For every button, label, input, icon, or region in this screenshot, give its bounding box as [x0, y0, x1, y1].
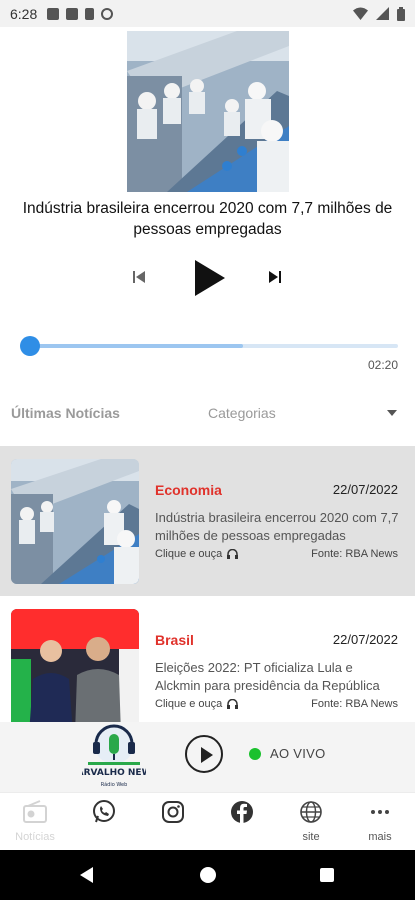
bottom-navigation: Notícias site mais [0, 792, 415, 850]
radio-icon [23, 800, 47, 823]
news-title: Eleições 2022: PT oficializa Lula e Alck… [155, 660, 380, 693]
live-indicator-dot [249, 748, 261, 760]
nav-item-facebook[interactable] [212, 799, 272, 831]
news-category: Brasil [155, 632, 194, 648]
instagram-icon [162, 801, 184, 823]
news-title: Indústria brasileira encerrou 2020 com 7… [155, 510, 399, 543]
nav-item-site[interactable]: site [281, 799, 341, 843]
now-playing-cover-image [127, 31, 289, 192]
news-category: Economia [155, 482, 222, 498]
track-duration: 02:20 [367, 358, 398, 372]
play-icon [201, 747, 213, 763]
headphones-icon [227, 549, 239, 559]
progress-track [30, 344, 398, 348]
news-date: 22/07/2022 [332, 632, 398, 647]
live-play-button[interactable] [185, 735, 223, 773]
news-list[interactable]: Economia 22/07/2022 Indústria brasileira… [0, 446, 415, 722]
status-bar: 6:28 [0, 0, 415, 27]
news-thumbnail [11, 459, 139, 584]
battery-icon [397, 6, 405, 21]
listen-link[interactable]: Clique e ouça [155, 698, 239, 710]
playback-progress-slider[interactable] [20, 336, 398, 356]
clipboard-icon [85, 7, 95, 20]
status-time: 6:28 [10, 5, 38, 22]
skip-previous-icon[interactable] [131, 269, 147, 285]
nav-item-more[interactable]: mais [350, 799, 410, 843]
no-sync-icon [101, 7, 114, 20]
listen-link[interactable]: Clique e ouça [155, 548, 239, 560]
nav-label-site: site [302, 831, 320, 843]
mail-icon [66, 7, 79, 20]
news-card[interactable]: Economia 22/07/2022 Indústria brasileira… [0, 446, 415, 596]
now-playing-title: Indústria brasileira encerrou 2020 com 7… [22, 200, 393, 238]
more-icon [371, 810, 389, 814]
logo-text: CARVALHO NEWS [82, 768, 146, 778]
news-card[interactable]: Brasil 22/07/2022 Eleições 2022: PT ofic… [0, 596, 415, 722]
news-source: Fonte: RBA News [311, 548, 398, 560]
carvalho-news-logo: CARVALHO NEWS Rádio Web [82, 724, 146, 788]
wifi-icon [353, 7, 368, 20]
recent-apps-icon[interactable] [320, 868, 334, 882]
home-icon[interactable] [200, 867, 216, 883]
news-thumbnail [11, 609, 139, 722]
headphones-icon [227, 699, 239, 709]
whatsapp-icon [93, 800, 115, 823]
listen-label: Clique e ouça [155, 698, 223, 710]
nav-item-whatsapp[interactable] [74, 799, 134, 831]
listen-label: Clique e ouça [155, 548, 223, 560]
logo-subtext: Rádio Web [101, 781, 128, 788]
nav-label-news: Notícias [15, 831, 55, 843]
nav-item-instagram[interactable] [143, 799, 203, 831]
progress-fill [30, 344, 244, 348]
news-date: 22/07/2022 [332, 482, 398, 497]
dropdown-arrow-icon[interactable] [387, 410, 397, 416]
system-navigation-bar [0, 850, 415, 900]
player-controls [0, 253, 415, 303]
live-radio-bar: CARVALHO NEWS Rádio Web AO VIVO [0, 722, 415, 792]
nav-label-more: mais [368, 831, 392, 843]
tab-latest-news[interactable]: Últimas Notícias [11, 405, 120, 421]
news-tabs: Últimas Notícias Categorias [0, 400, 415, 428]
back-icon[interactable] [80, 867, 93, 883]
news-source: Fonte: RBA News [311, 698, 398, 710]
play-button[interactable] [193, 258, 227, 298]
live-label: AO VIVO [270, 746, 326, 761]
nav-item-news[interactable]: Notícias [5, 799, 65, 843]
signal-icon [376, 7, 389, 20]
progress-thumb[interactable] [20, 336, 40, 356]
categories-dropdown[interactable]: Categorias [208, 405, 276, 421]
globe-icon [300, 801, 322, 823]
skip-next-icon[interactable] [267, 269, 283, 285]
image-icon [47, 7, 60, 20]
facebook-icon [231, 801, 253, 823]
